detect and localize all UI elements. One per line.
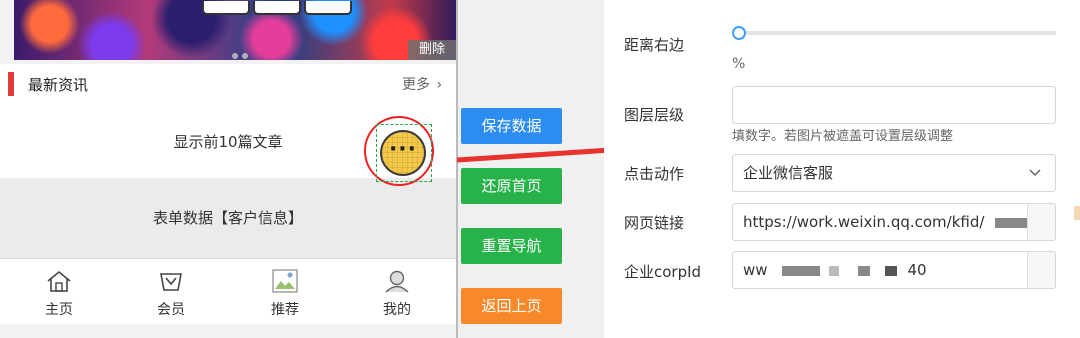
banner-screenshot-cards [202, 0, 360, 15]
right-distance-slider[interactable] [734, 31, 1056, 35]
redacted-block [884, 265, 897, 276]
right-distance-unit: % [732, 56, 746, 72]
reset-nav-button[interactable]: 重置导航 [461, 228, 562, 264]
chevron-right-icon: › [436, 77, 443, 93]
tab-mine[interactable]: 我的 [340, 259, 454, 325]
tab-label: 会员 [157, 302, 185, 318]
redacted-block [829, 265, 840, 276]
form-data-block[interactable]: 表单数据【客户信息】 [0, 178, 458, 258]
layer-input[interactable] [732, 86, 1056, 124]
back-button[interactable]: 返回上页 [461, 288, 562, 324]
slider-handle[interactable] [732, 26, 746, 40]
corpid-input[interactable]: ww 40 [732, 251, 1056, 289]
member-icon [160, 273, 182, 291]
bottom-tab-bar: 主页 会员 推荐 我的 [0, 258, 458, 324]
tab-label: 推荐 [271, 302, 299, 318]
news-accent-bar [8, 72, 14, 96]
banner-delete-button[interactable]: 删除 [408, 40, 456, 60]
input-addon [1027, 204, 1055, 240]
input-addon [1027, 252, 1055, 288]
news-section-header: 最新资讯 更多 › [0, 64, 458, 104]
link-input[interactable]: https://work.weixin.qq.com/kfid/ f [732, 203, 1056, 241]
tab-label: 主页 [45, 302, 73, 318]
corpid-label: 企业corpId [624, 263, 702, 281]
layer-label: 图层层级 [624, 106, 685, 124]
layer-hint: 填数字。若图片被遮盖可设置层级调整 [732, 129, 954, 144]
link-value: https://work.weixin.qq.com/kfid/ [743, 213, 985, 231]
redacted-block [995, 217, 1032, 228]
profile-icon [385, 270, 409, 293]
redacted-block [857, 265, 870, 276]
restore-home-button[interactable]: 还原首页 [461, 168, 562, 204]
click-action-value: 企业微信客服 [743, 164, 834, 182]
home-icon [47, 270, 71, 292]
chevron-down-icon [1029, 169, 1041, 177]
link-label: 网页链接 [624, 214, 685, 232]
form-data-text: 表单数据【客户信息】 [152, 209, 303, 227]
edge-marker [1074, 206, 1080, 220]
click-action-label: 点击动作 [624, 165, 685, 183]
image-icon [272, 269, 298, 293]
tab-label: 我的 [383, 302, 411, 318]
right-distance-label: 距离右边 [624, 36, 685, 54]
settings-panel: 距离右边 % 图层层级 填数字。若图片被遮盖可设置层级调整 点击动作 企业微信客… [604, 0, 1080, 338]
banner-pagination [232, 44, 252, 60]
click-action-select[interactable]: 企业微信客服 [732, 154, 1056, 192]
tab-home[interactable]: 主页 [2, 259, 116, 325]
phone-preview: 删除 最新资讯 更多 › 显示前10篇文章 表单数据【客户信息】 ··· 主页 [0, 0, 458, 338]
redacted-block [782, 265, 821, 276]
news-more-link[interactable]: 更多 › [402, 74, 442, 94]
news-more-label: 更多 [402, 77, 430, 93]
tab-member[interactable]: 会员 [114, 259, 228, 325]
corpid-value: ww [743, 261, 768, 279]
news-title: 最新资讯 [28, 76, 89, 94]
corpid-value-suffix: 40 [907, 261, 927, 279]
banner-image[interactable] [14, 0, 458, 60]
chat-bubble-icon[interactable]: ··· [380, 130, 426, 176]
phone-divider [456, 0, 458, 338]
tab-recommend[interactable]: 推荐 [228, 259, 342, 325]
